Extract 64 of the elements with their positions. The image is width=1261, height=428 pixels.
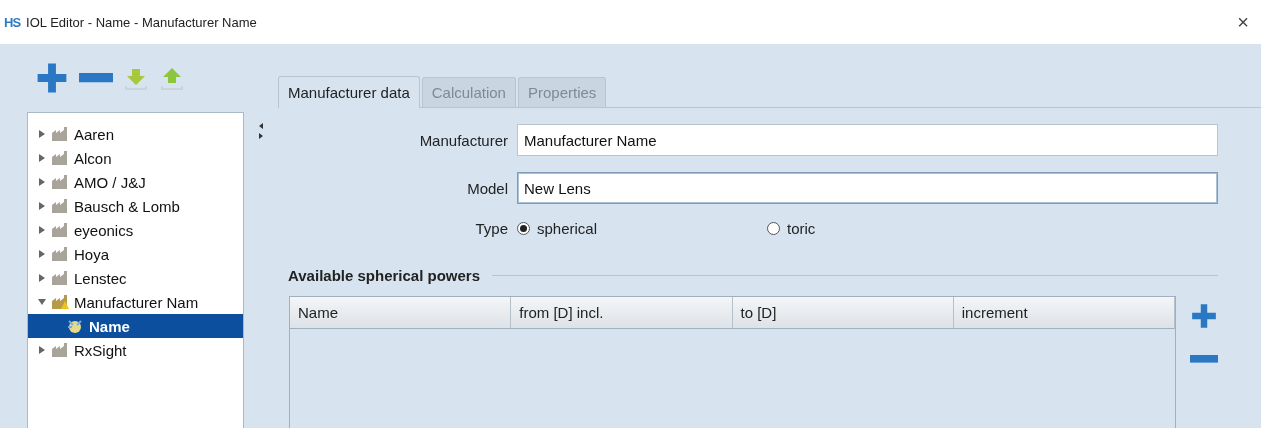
column-header[interactable]: from [D] incl.: [511, 297, 733, 329]
tree-item[interactable]: eyeonics: [28, 218, 243, 242]
manufacturer-field[interactable]: Manufacturer Name: [517, 124, 1218, 156]
tree-item[interactable]: RxSight: [28, 338, 243, 362]
tree-item[interactable]: Name: [28, 314, 243, 338]
tree-item[interactable]: Bausch & Lomb: [28, 194, 243, 218]
factory-icon: [51, 126, 69, 142]
expand-icon[interactable]: [38, 250, 46, 258]
tree-item[interactable]: AMO / J&J: [28, 170, 243, 194]
add-row-button[interactable]: [1190, 302, 1218, 330]
expand-icon[interactable]: [38, 274, 46, 282]
expand-icon[interactable]: [38, 154, 46, 162]
tree-item-label: Aaren: [74, 125, 115, 143]
app-logo: HS: [4, 14, 21, 30]
model-field[interactable]: New Lens: [517, 172, 1218, 204]
remove-icon: [79, 73, 113, 83]
expand-icon[interactable]: [38, 346, 46, 354]
tree-item-label: Alcon: [74, 149, 112, 167]
remove-icon: [1190, 355, 1218, 363]
factory-icon: [51, 294, 69, 310]
window-title: IOL Editor - Name - Manufacturer Name: [26, 14, 258, 30]
tree-item-label: Name: [89, 317, 130, 335]
column-header[interactable]: increment: [953, 297, 1175, 329]
radio-label: spherical: [537, 220, 598, 237]
tree-item[interactable]: Alcon: [28, 146, 243, 170]
add-button[interactable]: [35, 61, 69, 95]
column-header[interactable]: Name: [290, 297, 512, 329]
section-title: Available spherical powers: [288, 267, 481, 284]
expand-icon[interactable]: [38, 202, 46, 210]
radio-button[interactable]: [767, 222, 780, 235]
field-label: Manufacturer: [418, 131, 508, 149]
expand-icon[interactable]: [38, 130, 46, 138]
tree-item-label: eyeonics: [74, 221, 134, 239]
field-label: Type: [474, 220, 508, 237]
tree-item-label: Lenstec: [74, 269, 127, 287]
tree-item-label: Manufacturer Nam: [74, 293, 199, 311]
factory-icon: [51, 342, 69, 358]
tree-item-label: RxSight: [74, 341, 127, 359]
factory-icon: [51, 150, 69, 166]
tree-item-label: AMO / J&J: [74, 173, 146, 191]
radio-label: toric: [787, 220, 816, 237]
column-header[interactable]: to [D]: [732, 297, 954, 329]
tab[interactable]: Manufacturer data: [278, 76, 420, 108]
tree-item-label: Bausch & Lomb: [74, 197, 180, 215]
splitter-arrows-icon[interactable]: [258, 122, 264, 140]
tree-item[interactable]: Manufacturer Nam: [28, 290, 243, 314]
factory-icon: [51, 174, 69, 190]
factory-icon: [51, 270, 69, 286]
close-button[interactable]: ×: [1233, 10, 1253, 34]
radio-button[interactable]: [517, 222, 530, 235]
expand-icon[interactable]: [38, 226, 46, 234]
add-icon: [35, 61, 69, 95]
expand-icon[interactable]: [38, 178, 46, 186]
field-label: Model: [466, 179, 508, 197]
factory-icon: [51, 246, 69, 262]
upload-icon: [159, 65, 185, 91]
factory-icon: [51, 222, 69, 238]
tree-item[interactable]: Hoya: [28, 242, 243, 266]
factory-icon: [51, 198, 69, 214]
tree-item[interactable]: Aaren: [28, 122, 243, 146]
tree-item[interactable]: Lenstec: [28, 266, 243, 290]
tree-item-label: Hoya: [74, 245, 110, 263]
add-icon: [1190, 302, 1218, 330]
collapse-icon[interactable]: [38, 298, 46, 306]
